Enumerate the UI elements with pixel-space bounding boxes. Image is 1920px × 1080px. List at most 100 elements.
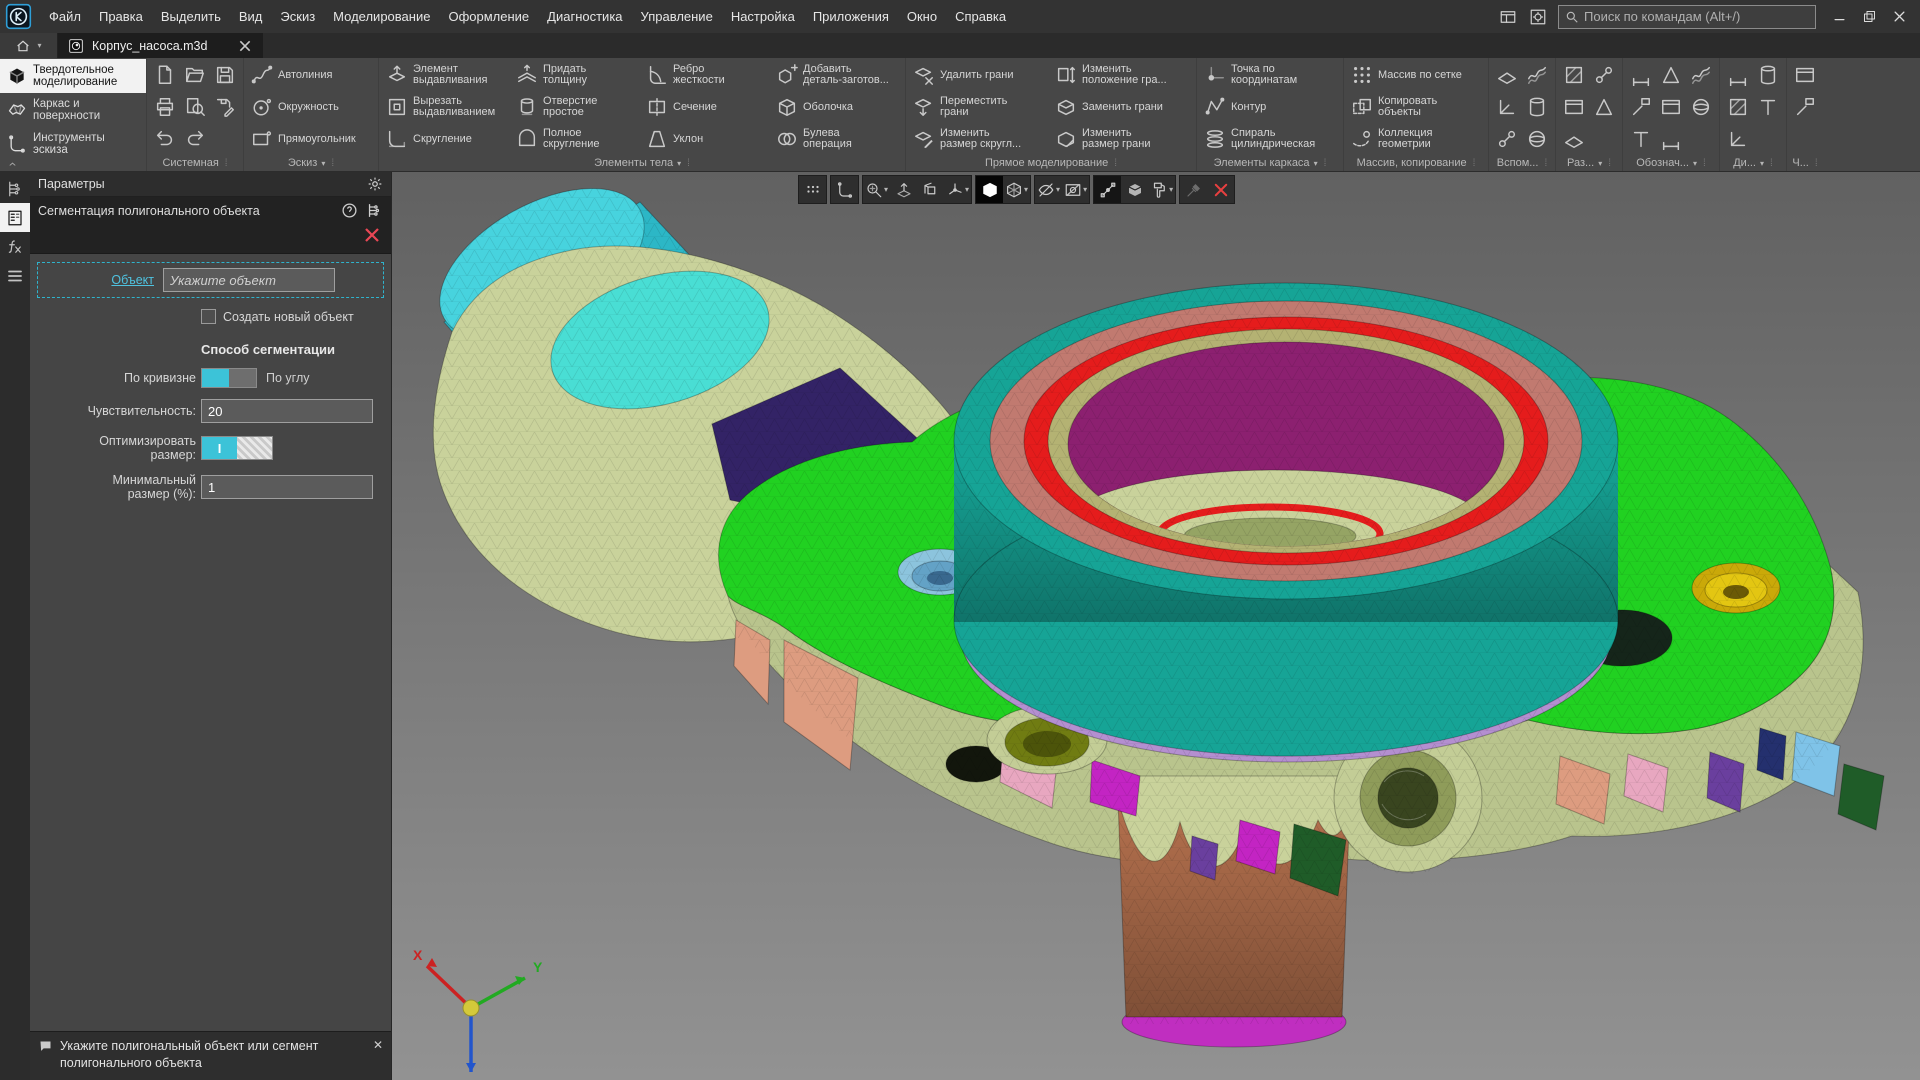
ribbon-button[interactable]: Уклон — [642, 124, 772, 154]
object-selector[interactable]: Объект — [37, 262, 384, 298]
menu-item[interactable]: Файл — [40, 0, 90, 33]
ribbon-button[interactable] — [1559, 60, 1589, 90]
ribbon-button[interactable] — [1626, 92, 1656, 122]
chevron-down-icon[interactable]: ▾ — [1693, 159, 1697, 168]
menu-item[interactable]: Окно — [898, 0, 946, 33]
close-message-icon[interactable]: ✕ — [373, 1038, 383, 1052]
ribbon-button[interactable]: Элемент выдавливания — [382, 60, 512, 90]
group-handle-icon[interactable]: ⁞ — [1608, 158, 1611, 169]
chevron-down-icon[interactable]: ▾ — [965, 185, 969, 194]
object-label-link[interactable]: Объект — [111, 273, 154, 287]
home-button[interactable]: ▾ — [0, 33, 58, 58]
group-handle-icon[interactable]: ⁞ — [1473, 158, 1476, 169]
search-input[interactable] — [1584, 9, 1809, 24]
eye-box-button[interactable]: ▾ — [1062, 176, 1089, 203]
menu-item[interactable]: Оформление — [439, 0, 538, 33]
ribbon-button[interactable] — [1626, 124, 1656, 154]
ribbon-button[interactable]: Скругление — [382, 124, 512, 154]
chevron-down-icon[interactable]: ▾ — [37, 41, 41, 50]
sketch-xy-button[interactable] — [831, 176, 858, 203]
ribbon-button[interactable]: Вырезать выдавливанием — [382, 92, 512, 122]
grip-button[interactable] — [799, 176, 826, 203]
menu-item[interactable]: Вид — [230, 0, 272, 33]
rotate-box-button[interactable] — [917, 176, 944, 203]
tree-view-icon[interactable] — [366, 202, 383, 219]
chevron-down-icon[interactable]: ▾ — [1598, 159, 1602, 168]
ribbon-group-footer[interactable]: Элементы каркаса▾⁞ — [1200, 155, 1340, 171]
ribbon-button[interactable] — [1589, 60, 1619, 90]
ribbon-collapse-icon[interactable] — [6, 159, 19, 170]
create-new-object-checkbox[interactable] — [201, 309, 216, 324]
ribbon-group-footer[interactable]: Обознач...▾⁞ — [1626, 155, 1716, 171]
cube-solid-button[interactable] — [976, 176, 1003, 203]
orient-up-button[interactable] — [890, 176, 917, 203]
ribbon-button[interactable] — [1723, 92, 1753, 122]
main-menu-button[interactable] — [0, 261, 30, 290]
ribbon-button[interactable] — [150, 60, 180, 90]
chevron-down-icon[interactable]: ▾ — [1169, 185, 1173, 194]
ribbon-button[interactable]: Спираль цилиндрическая — [1200, 124, 1340, 154]
mode-item[interactable]: Твердотельное моделирование — [0, 59, 146, 93]
close-button[interactable] — [1884, 5, 1914, 29]
ribbon-group-footer[interactable]: Элементы тела▾⁞ — [382, 155, 902, 171]
ribbon-button[interactable] — [1589, 92, 1619, 122]
ribbon-button[interactable] — [210, 60, 240, 90]
paint-button[interactable]: ▾ — [1148, 176, 1175, 203]
group-handle-icon[interactable]: ⁞ — [1770, 158, 1773, 169]
ribbon-button[interactable] — [1559, 92, 1589, 122]
menu-item[interactable]: Эскиз — [271, 0, 324, 33]
menu-item[interactable]: Моделирование — [324, 0, 439, 33]
ribbon-button[interactable]: Отверстие простое — [512, 92, 642, 122]
close-tab-icon[interactable] — [237, 38, 253, 54]
command-search[interactable] — [1558, 5, 1816, 29]
viewport-3d[interactable]: X Y Z ▾▾▾▾▾▾ — [392, 172, 1920, 1080]
optimize-size-toggle[interactable]: I — [201, 436, 273, 460]
ribbon-button[interactable] — [1626, 60, 1656, 90]
dropper-button[interactable] — [1180, 176, 1207, 203]
kompas-logo-icon[interactable] — [5, 3, 32, 30]
ribbon-button[interactable]: Добавить деталь-заготов... — [772, 60, 902, 90]
chevron-down-icon[interactable]: ▾ — [1056, 185, 1060, 194]
ribbon-button[interactable]: Изменить размер скругл... — [909, 124, 1051, 154]
ribbon-group-footer[interactable]: Раз...▾⁞ — [1559, 155, 1619, 171]
snap-button[interactable] — [1094, 176, 1121, 203]
ribbon-button[interactable] — [150, 124, 180, 154]
ribbon-button[interactable]: Окружность — [247, 92, 375, 122]
ribbon-button[interactable] — [1522, 92, 1552, 122]
ribbon-group-footer[interactable]: Системная⁞ — [150, 155, 240, 171]
ribbon-button[interactable] — [210, 92, 240, 122]
ribbon-button[interactable]: Оболочка — [772, 92, 902, 122]
min-size-input[interactable] — [201, 475, 373, 499]
help-icon[interactable] — [341, 202, 358, 219]
ribbon-button[interactable] — [1522, 60, 1552, 90]
segmentation-method-toggle[interactable] — [201, 368, 257, 388]
ribbon-button[interactable]: Переместить грани — [909, 92, 1051, 122]
ribbon-button[interactable]: Булева операция — [772, 124, 902, 154]
menu-item[interactable]: Правка — [90, 0, 152, 33]
group-handle-icon[interactable]: ⁞ — [687, 158, 690, 169]
fx-variables-button[interactable] — [0, 232, 30, 261]
chevron-down-icon[interactable]: ▾ — [321, 159, 325, 168]
menu-item[interactable]: Управление — [632, 0, 722, 33]
ribbon-button[interactable]: Прямоугольник — [247, 124, 375, 154]
model-canvas[interactable]: X Y Z — [392, 172, 1920, 1080]
ribbon-button[interactable]: Копировать объекты — [1347, 92, 1485, 122]
ribbon-group-footer[interactable]: Массив, копирование⁞ — [1347, 155, 1485, 171]
ribbon-button[interactable] — [1790, 92, 1820, 122]
group-handle-icon[interactable]: ⁞ — [1703, 158, 1706, 169]
ribbon-button[interactable]: Ребро жесткости — [642, 60, 772, 90]
close-red-button[interactable] — [1207, 176, 1234, 203]
ribbon-button[interactable] — [180, 92, 210, 122]
ribbon-button[interactable]: Заменить грани — [1051, 92, 1193, 122]
ribbon-button[interactable]: Изменить положение гра... — [1051, 60, 1193, 90]
menu-item[interactable]: Выделить — [152, 0, 230, 33]
minimize-button[interactable] — [1824, 5, 1854, 29]
ribbon-group-footer[interactable]: Вспом...⁞ — [1492, 155, 1552, 171]
ribbon-button[interactable] — [1723, 60, 1753, 90]
group-handle-icon[interactable]: ⁞ — [225, 158, 228, 169]
ribbon-button[interactable] — [1656, 60, 1686, 90]
ribbon-button[interactable] — [1492, 124, 1522, 154]
cube-wire-button[interactable]: ▾ — [1003, 176, 1030, 203]
mode-item[interactable]: Каркас и поверхности — [0, 93, 146, 127]
ribbon-button[interactable] — [180, 60, 210, 90]
